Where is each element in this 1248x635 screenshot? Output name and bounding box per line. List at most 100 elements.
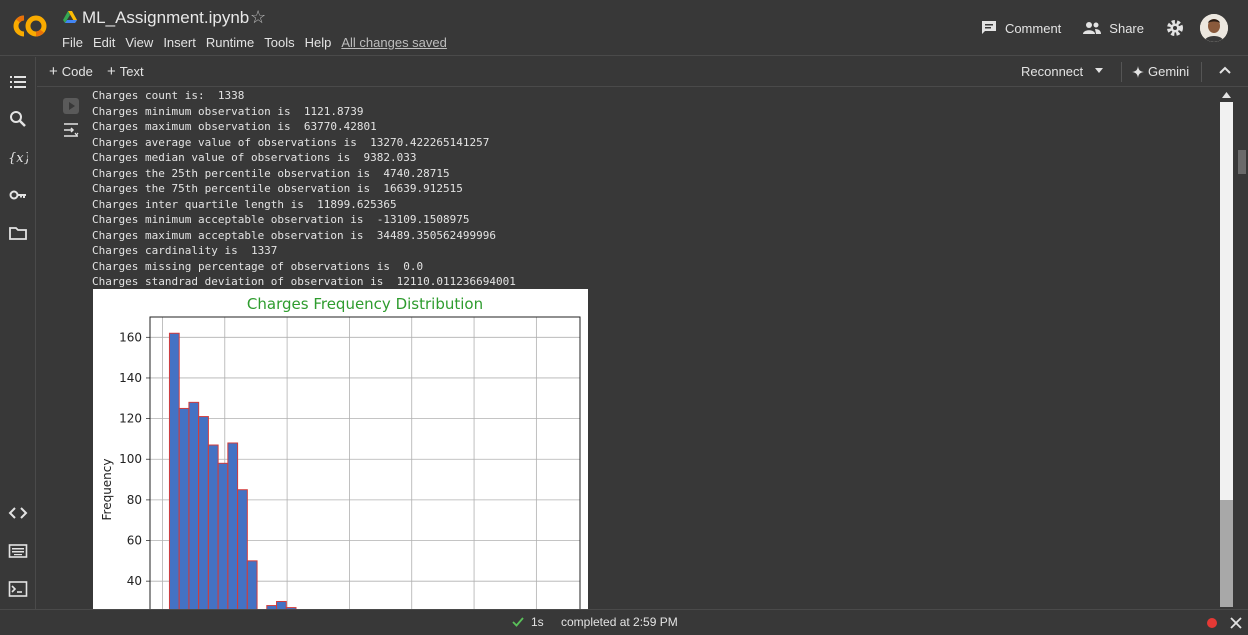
histogram-bar — [217, 462, 229, 609]
output-line: Charges maximum observation is 63770.428… — [92, 120, 377, 133]
settings-gear-icon[interactable] — [1166, 19, 1184, 37]
search-icon[interactable] — [8, 109, 28, 129]
notebook-content: Charges count is: 1338 Charges minimum ob… — [37, 88, 1218, 609]
side-scroll-marker — [1238, 150, 1246, 174]
y-tick-label: 60 — [127, 534, 142, 548]
output-line: Charges minimum observation is 1121.8739 — [92, 104, 364, 118]
output-line: Charges minimum acceptable observation i… — [92, 213, 470, 226]
menu-insert[interactable]: Insert — [163, 35, 196, 50]
output-line: Charges median value of observations is … — [92, 151, 417, 164]
cell-text-output: Charges count is: 1338 Charges minimum ob… — [92, 88, 516, 290]
y-tick-label: 160 — [119, 330, 142, 344]
terminal-icon[interactable] — [8, 579, 28, 599]
collapse-header-button[interactable] — [1219, 66, 1231, 74]
output-line: Charges missing percentage of observatio… — [92, 259, 424, 273]
toolbar-divider — [1201, 62, 1202, 82]
status-bar: 1s completed at 2:59 PM — [0, 609, 1248, 635]
user-avatar[interactable] — [1200, 14, 1228, 42]
gemini-sparkle-icon — [1132, 65, 1144, 78]
scrollbar-thumb[interactable] — [1220, 500, 1233, 607]
reconnect-label: Reconnect — [1021, 64, 1084, 79]
variables-icon[interactable]: {x} — [8, 147, 28, 167]
comment-icon — [981, 21, 996, 34]
header: ML_Assignment.ipynb ☆ File Edit View Ins… — [0, 0, 1248, 56]
files-folder-icon[interactable] — [8, 223, 28, 243]
notebook-scrollbar[interactable] — [1218, 88, 1235, 609]
histogram-bar — [227, 442, 239, 609]
menu-view[interactable]: View — [125, 35, 153, 50]
output-line: Charges count is: 1338 — [92, 89, 245, 102]
add-code-label: Code — [61, 64, 93, 79]
menu-file[interactable]: File — [62, 35, 83, 50]
share-label: Share — [1109, 20, 1144, 36]
y-tick-label: 120 — [119, 412, 142, 426]
comment-button[interactable]: Comment — [981, 20, 1061, 36]
star-icon[interactable]: ☆ — [250, 7, 266, 28]
gemini-button[interactable]: Gemini — [1132, 64, 1189, 79]
histogram-plot: 20406080100120140160Charges Frequency Di… — [93, 289, 588, 609]
histogram-bar — [168, 332, 180, 609]
output-actions-icon[interactable] — [62, 121, 80, 139]
secrets-key-icon[interactable] — [8, 185, 28, 205]
caret-down-icon — [1095, 68, 1103, 73]
share-button[interactable]: Share — [1083, 21, 1144, 36]
plus-icon: + — [49, 63, 58, 80]
chart-title: Charges Frequency Distribution — [247, 295, 483, 313]
y-tick-label: 140 — [119, 371, 142, 385]
output-line: Charges cardinality is 1337 — [92, 244, 278, 257]
output-line: Charges maximum acceptable observation i… — [92, 228, 496, 242]
table-of-contents-icon[interactable] — [8, 72, 28, 92]
scroll-up-arrow-icon[interactable] — [1222, 92, 1231, 98]
output-line: Charges inter quartile length is 11899.6… — [92, 197, 397, 211]
left-sidebar: {x} — [0, 57, 36, 609]
execution-duration: 1s — [531, 615, 544, 629]
output-line: Charges average value of observations is… — [92, 135, 490, 149]
toolbar-divider — [1121, 62, 1122, 82]
menu-edit[interactable]: Edit — [93, 35, 115, 50]
runtime-dropdown-button[interactable] — [1094, 65, 1104, 75]
code-snippets-icon[interactable] — [8, 503, 28, 523]
recording-indicator-icon[interactable] — [1207, 618, 1217, 628]
menu-help[interactable]: Help — [305, 35, 332, 50]
notebook-toolbar: + Code + Text Reconnect Gemini — [37, 57, 1248, 87]
add-code-cell-button[interactable]: + Code — [49, 64, 93, 79]
histogram-bar — [178, 407, 190, 609]
header-actions: Comment Share — [981, 14, 1248, 42]
checkmark-icon — [512, 617, 524, 627]
add-text-cell-button[interactable]: + Text — [107, 64, 144, 79]
save-status-link[interactable]: All changes saved — [341, 35, 447, 50]
menubar: File Edit View Insert Runtime Tools Help… — [62, 35, 457, 50]
svg-text:{x}: {x} — [8, 151, 28, 166]
command-palette-icon[interactable] — [8, 541, 28, 561]
output-line: Charges the 75th percentile observation … — [92, 182, 463, 195]
output-line: Charges the 25th percentile observation … — [92, 166, 450, 180]
avatar-image — [1200, 14, 1228, 42]
execution-completed-time[interactable]: completed at 2:59 PM — [561, 615, 678, 629]
share-people-icon — [1083, 22, 1102, 34]
close-icon[interactable] — [1230, 617, 1242, 629]
y-tick-label: 80 — [127, 493, 142, 507]
y-tick-label: 100 — [119, 452, 142, 466]
y-tick-label: 40 — [127, 574, 142, 588]
colab-app: ML_Assignment.ipynb ☆ File Edit View Ins… — [0, 0, 1248, 635]
y-axis-label: Frequency — [100, 459, 114, 521]
reconnect-button[interactable]: Reconnect — [1021, 64, 1083, 79]
add-text-label: Text — [119, 64, 144, 79]
histogram-bar — [276, 600, 287, 609]
notebook-title[interactable]: ML_Assignment.ipynb — [82, 8, 249, 28]
chevron-up-icon — [1219, 66, 1231, 74]
menu-tools[interactable]: Tools — [264, 35, 294, 50]
gemini-label: Gemini — [1148, 64, 1190, 79]
histogram-bar — [198, 416, 209, 609]
histogram-bar — [188, 401, 200, 609]
histogram-bar — [237, 489, 248, 609]
output-line: Charges standrad deviation of observatio… — [92, 275, 516, 288]
histogram-bar — [246, 560, 258, 609]
run-cell-icon[interactable] — [61, 96, 81, 116]
menu-runtime[interactable]: Runtime — [206, 35, 254, 50]
histogram-svg: 20406080100120140160Charges Frequency Di… — [100, 295, 581, 609]
comment-label: Comment — [1004, 20, 1062, 36]
drive-icon[interactable] — [63, 11, 77, 24]
colab-logo-icon[interactable] — [12, 13, 50, 39]
histogram-bar — [207, 444, 219, 609]
